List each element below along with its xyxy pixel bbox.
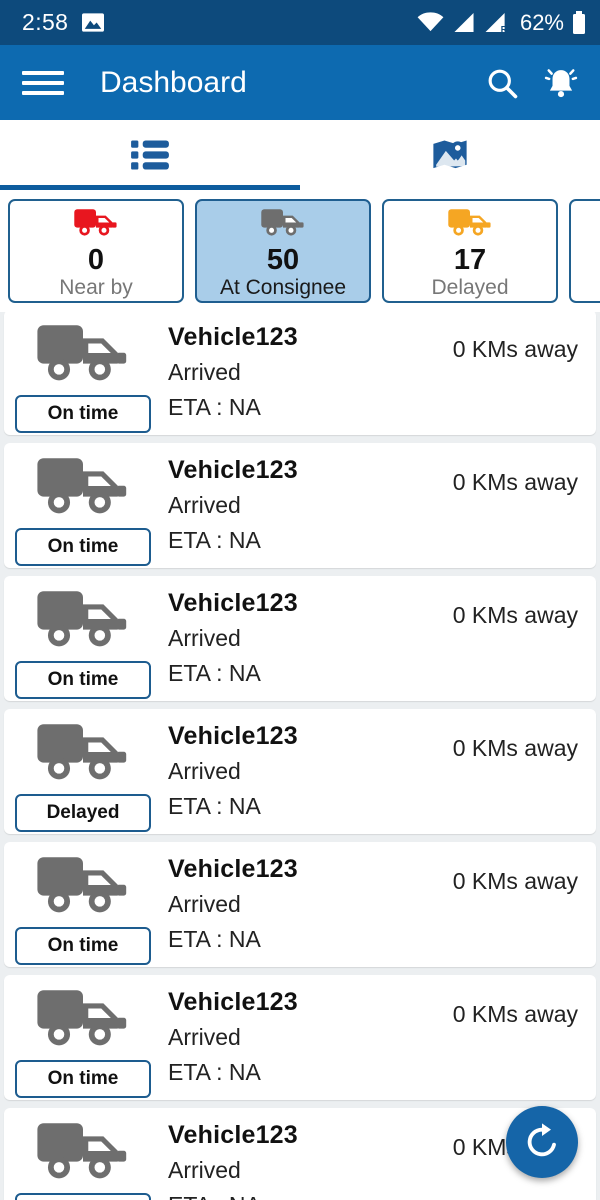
list-icon (131, 140, 169, 170)
vehicle-status: Arrived (168, 625, 241, 651)
search-icon[interactable] (484, 65, 520, 101)
filter-label: Near by (59, 276, 133, 300)
filter-count: 17 (453, 244, 487, 276)
svg-text:R: R (501, 24, 508, 33)
vehicle-list-clip: On time Vehicle123 Arrived ETA : NA 0 KMs aw… (0, 310, 600, 1200)
vehicle-eta: ETA : NA (168, 1192, 580, 1200)
clock: 2:58 (22, 9, 69, 35)
vehicle-truck-icon (35, 586, 131, 659)
battery-percent: 62% (519, 9, 564, 35)
vehicle-eta: ETA : NA (168, 394, 261, 420)
vehicle-eta: ETA : NA (168, 793, 261, 819)
truck-icon (37, 724, 127, 780)
tab-list[interactable] (0, 120, 300, 190)
vehicle-truck-icon (35, 1118, 131, 1191)
truck-icon (261, 209, 304, 236)
filter-card-delayed[interactable]: 17 Delayed (382, 199, 558, 303)
filter-count: 50 (266, 244, 300, 276)
list-item-left: On time (15, 852, 151, 967)
vehicle-distance: 0 KMs away (452, 336, 578, 362)
map-pin-icon (433, 140, 467, 169)
bell-icon[interactable] (542, 64, 580, 102)
app-bar-actions (484, 64, 580, 102)
vehicle-list-item[interactable]: On timeVehicle123ArrivedETA : NA0 KMs aw… (4, 310, 596, 435)
refresh-icon (527, 1123, 556, 1157)
filter-card-near-by[interactable]: 0 Near by (8, 199, 184, 303)
vehicle-status: Arrived (168, 758, 241, 784)
vehicle-distance: 0 KMs away (452, 469, 578, 495)
vehicle-status: Arrived (168, 359, 241, 385)
vehicle-status: Arrived (168, 891, 241, 917)
truck-icon (37, 857, 127, 913)
status-bar: 2:58 R 62% (0, 0, 600, 45)
list-item-left: On time (15, 320, 151, 435)
app-bar: Dashboard (0, 45, 600, 120)
vehicle-eta: ETA : NA (168, 1059, 261, 1085)
signal-roaming-icon: R (485, 12, 508, 33)
filter-label: At Consignee (219, 276, 347, 300)
vehicle-list: On time Vehicle123 Arrived ETA : NA 0 KMs aw… (0, 310, 600, 1200)
vehicle-status: Arrived (168, 492, 241, 518)
signal-icon (454, 12, 474, 33)
page-title: Dashboard (100, 65, 247, 99)
vehicle-list-item[interactable]: On timeVehicle123ArrivedETA : NA0 KMs aw… (4, 842, 596, 967)
status-badge: On time (15, 528, 151, 566)
filter-truck-icon (73, 207, 119, 244)
truck-icon (74, 209, 117, 236)
vehicle-distance: 0 KMs away (452, 735, 578, 761)
truck-icon (37, 591, 127, 647)
vehicle-distance: 0 KMs away (452, 868, 578, 894)
status-badge: Delayed (15, 794, 151, 832)
vehicle-truck-icon (35, 719, 131, 792)
tab-active-indicator (0, 185, 300, 190)
truck-icon (37, 1123, 127, 1179)
tab-bar (0, 120, 600, 190)
vehicle-distance: 0 KMs away (452, 1001, 578, 1027)
vehicle-eta: ETA : NA (168, 926, 261, 952)
vehicle-truck-icon (35, 453, 131, 526)
truck-icon (37, 325, 127, 381)
vehicle-list-item[interactable]: Delayed Vehicle123 Arrived ETA : NA 0 KMs aw… (4, 709, 596, 834)
filter-truck-icon (260, 207, 306, 244)
vehicle-eta: ETA : NA (168, 527, 261, 553)
filter-truck-icon (447, 207, 493, 244)
status-badge: On time (15, 661, 151, 699)
vehicle-truck-icon (35, 985, 131, 1058)
list-item-left: On time (15, 586, 151, 701)
filter-card-at-consignee[interactable]: 50 At Consignee (195, 199, 371, 303)
status-badge: On time (15, 1193, 151, 1200)
status-bar-left: 2:58 (22, 9, 105, 36)
status-badge: On time (15, 927, 151, 965)
vehicle-eta: ETA : NA (168, 660, 261, 686)
truck-icon (37, 458, 127, 514)
list-item-left: On time (15, 985, 151, 1100)
filter-count: 0 (87, 244, 105, 276)
filter-label: Delayed (431, 276, 509, 300)
hamburger-menu-icon[interactable] (22, 68, 64, 98)
status-badge: On time (15, 395, 151, 433)
battery-icon (573, 11, 585, 34)
list-item-left: On time (15, 1118, 151, 1200)
vehicle-list-item[interactable]: On timeVehicle123ArrivedETA : NA0 KMs aw… (4, 443, 596, 568)
truck-icon (448, 209, 491, 236)
filter-card-more[interactable] (569, 199, 600, 303)
refresh-fab-button[interactable] (506, 1106, 578, 1178)
vehicle-list-item[interactable]: On timeVehicle123ArrivedETA : NA0 KMs aw… (4, 975, 596, 1100)
vehicle-status: Arrived (168, 1024, 241, 1050)
tab-map[interactable] (300, 120, 600, 190)
vehicle-distance: 0 KMs away (452, 602, 578, 628)
list-item-left: On time (15, 453, 151, 568)
vehicle-truck-icon (35, 852, 131, 925)
truck-icon (37, 990, 127, 1046)
app-root: 2:58 R 62% Dashboard 0 Near by 50 At Con… (0, 0, 600, 1200)
image-icon (82, 13, 105, 32)
status-badge: On time (15, 1060, 151, 1098)
vehicle-truck-icon (35, 320, 131, 393)
vehicle-list-item[interactable]: On timeVehicle123ArrivedETA : NA0 KMs aw… (4, 576, 596, 701)
status-bar-right: R 62% (417, 10, 586, 36)
list-item-left: Delayed (15, 719, 151, 834)
filter-card-row[interactable]: 0 Near by 50 At Consignee 17 Delayed (0, 190, 600, 312)
wifi-icon (417, 12, 444, 32)
